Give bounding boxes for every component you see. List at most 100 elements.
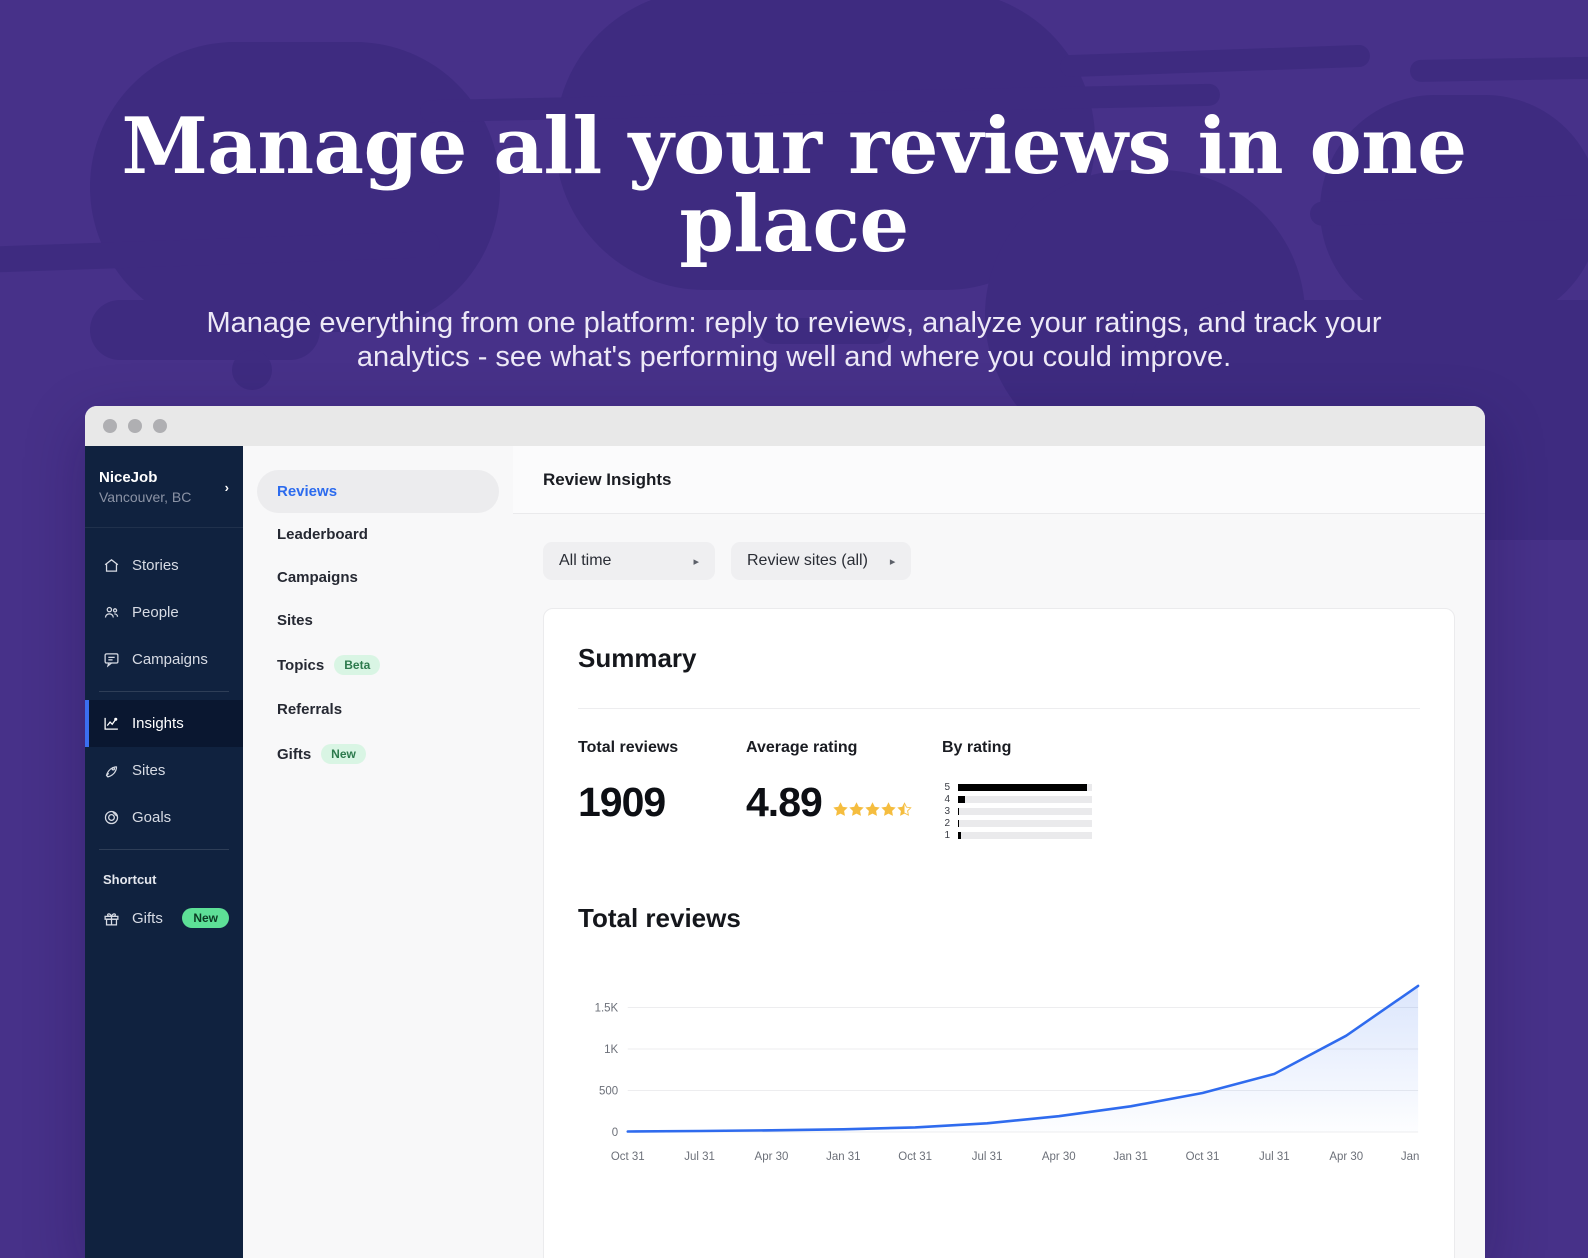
rating-bar-fill — [958, 784, 1087, 791]
rating-bar-fill — [958, 796, 965, 803]
sidebar-item-stories[interactable]: Stories — [85, 542, 243, 589]
sidebar-item-label: People — [132, 604, 179, 621]
svg-text:1.5K: 1.5K — [595, 1001, 619, 1014]
subnav-item-leaderboard[interactable]: Leaderboard — [257, 513, 499, 556]
chart-heading: Total reviews — [578, 903, 1420, 934]
rating-bar-fill — [958, 820, 959, 827]
people-icon — [103, 604, 120, 621]
chevron-down-icon: ▸ — [868, 555, 896, 568]
stat-label: By rating — [942, 739, 1092, 757]
sidebar-item-people[interactable]: People — [85, 589, 243, 636]
filter-time-range[interactable]: All time ▸ — [543, 542, 715, 580]
chevron-right-icon: › — [225, 480, 229, 495]
svg-text:Jul 31: Jul 31 — [1259, 1150, 1290, 1163]
stat-average-rating: Average rating 4.89 — [746, 739, 942, 843]
star-full-icon — [881, 802, 896, 817]
sidebar-section-header: Shortcut — [85, 858, 243, 893]
sidebar-item-label: Sites — [132, 762, 165, 779]
sidebar-item-sites[interactable]: Sites — [85, 747, 243, 794]
subnav-item-label: Reviews — [277, 483, 337, 500]
primary-sidebar: NiceJob Vancouver, BC › Stories People C… — [85, 446, 243, 1258]
sidebar-item-gifts[interactable]: Gifts New — [85, 893, 243, 943]
stat-label: Total reviews — [578, 739, 746, 757]
sidebar-item-label: Campaigns — [132, 651, 208, 668]
filter-bar: All time ▸ Review sites (all) ▸ — [543, 542, 1455, 580]
filter-label: All time — [559, 552, 611, 570]
page-title: Manage all your reviews in one place — [0, 108, 1588, 264]
svg-text:Jul 31: Jul 31 — [972, 1150, 1003, 1163]
filter-review-sites[interactable]: Review sites (all) ▸ — [731, 542, 911, 580]
sidebar-item-label: Goals — [132, 809, 171, 826]
svg-text:0: 0 — [612, 1126, 619, 1139]
rating-number: 3 — [942, 807, 950, 817]
rating-row: 5 — [942, 783, 1092, 792]
sidebar-item-goals[interactable]: Goals — [85, 794, 243, 841]
subnav-item-reviews[interactable]: Reviews — [257, 470, 499, 513]
org-location: Vancouver, BC — [99, 488, 191, 507]
org-name: NiceJob — [99, 468, 191, 488]
svg-text:Jan 31: Jan 31 — [826, 1150, 860, 1163]
rating-bar-fill — [958, 832, 961, 839]
stat-label: Average rating — [746, 739, 942, 757]
sidebar-item-label: Stories — [132, 557, 179, 574]
sidebar-item-insights[interactable]: Insights — [85, 700, 243, 747]
svg-text:Oct 31: Oct 31 — [898, 1150, 932, 1163]
stat-by-rating: By rating 5 4 3 2 1 — [942, 739, 1092, 843]
rating-number: 2 — [942, 819, 950, 829]
status-badge: New — [321, 744, 366, 764]
star-full-icon — [833, 802, 848, 817]
subnav-item-gifts[interactable]: Gifts New — [257, 731, 499, 777]
rating-row: 4 — [942, 795, 1092, 804]
rating-bar-track — [958, 784, 1092, 791]
subnav-item-sites[interactable]: Sites — [257, 599, 499, 642]
rocket-icon — [103, 762, 120, 779]
rating-number: 1 — [942, 831, 950, 841]
app-window-mockup: NiceJob Vancouver, BC › Stories People C… — [85, 406, 1485, 1258]
rating-row: 2 — [942, 819, 1092, 828]
subnav-item-label: Sites — [277, 612, 313, 629]
analytics-icon — [103, 715, 120, 732]
rating-bar-track — [958, 820, 1092, 827]
subnav-item-referrals[interactable]: Referrals — [257, 688, 499, 731]
status-badge: New — [182, 908, 229, 928]
secondary-nav: Reviews Leaderboard Campaigns Sites Topi… — [243, 446, 513, 1258]
maximize-icon[interactable] — [153, 419, 167, 433]
target-icon — [103, 809, 120, 826]
sidebar-item-label: Gifts — [132, 910, 163, 927]
gift-icon — [103, 910, 120, 927]
window-titlebar — [85, 406, 1485, 446]
subnav-item-label: Topics — [277, 657, 324, 674]
svg-text:Jan 31: Jan 31 — [1113, 1150, 1147, 1163]
hero-section: Manage all your reviews in one place Man… — [0, 0, 1588, 374]
chart-svg: 05001K1.5KOct 31Jul 31Apr 30Jan 31Oct 31… — [578, 960, 1420, 1175]
svg-text:Apr 30: Apr 30 — [1329, 1150, 1363, 1163]
sidebar-item-campaigns[interactable]: Campaigns — [85, 636, 243, 683]
total-reviews-chart: 05001K1.5KOct 31Jul 31Apr 30Jan 31Oct 31… — [578, 960, 1420, 1175]
org-switcher[interactable]: NiceJob Vancouver, BC › — [85, 446, 243, 528]
chevron-down-icon: ▸ — [671, 555, 699, 568]
rating-number: 5 — [942, 783, 950, 793]
rating-stars — [833, 802, 912, 817]
rating-number: 4 — [942, 795, 950, 805]
home-icon — [103, 557, 120, 574]
subnav-item-label: Referrals — [277, 701, 342, 718]
content-header-title: Review Insights — [543, 470, 671, 490]
sidebar-divider — [99, 691, 229, 692]
stat-total-reviews: Total reviews 1909 — [578, 739, 746, 843]
subnav-item-topics[interactable]: Topics Beta — [257, 642, 499, 688]
chat-icon — [103, 651, 120, 668]
svg-text:Oct 31: Oct 31 — [1186, 1150, 1220, 1163]
star-full-icon — [849, 802, 864, 817]
close-icon[interactable] — [103, 419, 117, 433]
summary-heading: Summary — [578, 643, 1420, 674]
rating-bar-track — [958, 808, 1092, 815]
minimize-icon[interactable] — [128, 419, 142, 433]
rating-row: 3 — [942, 807, 1092, 816]
subnav-item-label: Leaderboard — [277, 526, 368, 543]
svg-text:Oct 31: Oct 31 — [611, 1150, 645, 1163]
rating-bar-track — [958, 796, 1092, 803]
rating-row: 1 — [942, 831, 1092, 840]
rating-bar-fill — [958, 808, 959, 815]
svg-text:Jan 31: Jan 31 — [1401, 1150, 1420, 1163]
subnav-item-campaigns[interactable]: Campaigns — [257, 556, 499, 599]
